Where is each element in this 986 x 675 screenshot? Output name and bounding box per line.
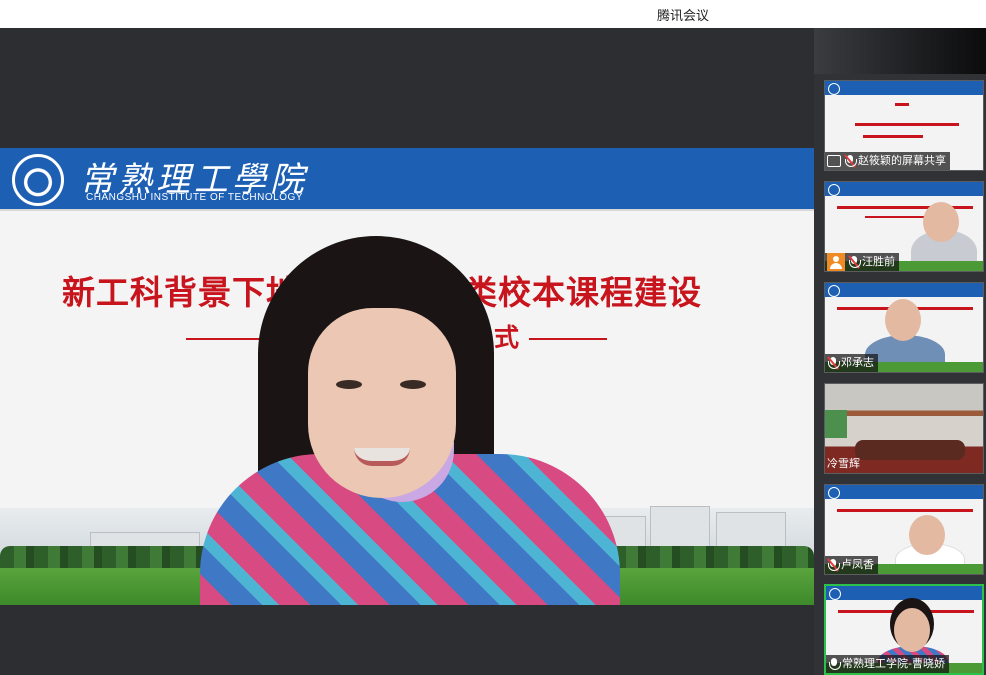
user-avatar-icon — [827, 253, 845, 271]
participant-tile-active-speaker[interactable]: 常熟理工学院-曹晓娇 — [824, 584, 984, 675]
screen-share-icon — [827, 155, 841, 167]
presenter-video — [200, 236, 620, 605]
participant-tile[interactable]: 汪胜前 — [824, 181, 984, 272]
participant-name: 常熟理工学院-曹晓娇 — [842, 657, 945, 670]
participant-name: 邓承志 — [841, 356, 874, 369]
presenter-eye — [336, 380, 362, 389]
thumb-slide-line — [837, 509, 973, 512]
thumb-slide-header — [825, 283, 983, 297]
app-title: 腾讯会议 — [656, 9, 709, 24]
school-name-en: CHANGSHU INSTITUTE OF TECHNOLOGY — [86, 192, 303, 203]
participant-name: 赵筱颖的屏幕共享 — [858, 154, 946, 167]
thumb-slide-header — [825, 81, 983, 95]
school-logo — [12, 154, 64, 206]
thumb-slide-header — [825, 485, 983, 499]
participant-name: 卢凤香 — [841, 558, 874, 571]
mic-muted-icon — [848, 255, 861, 269]
participant-name: 汪胜前 — [862, 255, 895, 268]
participant-tile[interactable]: 邓承志 — [824, 282, 984, 373]
slide-header: 常熟理工學院 CHANGSHU INSTITUTE OF TECHNOLOGY — [0, 148, 814, 211]
participant-tile[interactable]: 卢凤香 — [824, 484, 984, 575]
participant-namebar: 常熟理工学院-曹晓娇 — [826, 655, 949, 673]
participant-tile[interactable]: 冷雪辉 — [824, 383, 984, 474]
presenter-eye — [400, 380, 426, 389]
mic-icon — [828, 657, 841, 671]
shared-slide: 常熟理工學院 CHANGSHU INSTITUTE OF TECHNOLOGY … — [0, 148, 814, 605]
thumb-slide-header — [825, 182, 983, 196]
participant-sidebar[interactable]: 赵筱颖的屏幕共享 汪胜前 邓承志 冷雪辉 卢凤香 常熟理工学院-曹晓娇 — [814, 28, 986, 675]
mic-muted-icon — [827, 356, 840, 370]
mic-muted-icon — [827, 558, 840, 572]
window-titlebar: 腾讯会议 — [0, 0, 986, 28]
participant-namebar: 邓承志 — [825, 354, 878, 372]
main-video-area[interactable]: 常熟理工學院 CHANGSHU INSTITUTE OF TECHNOLOGY … — [0, 28, 814, 675]
thumb-slide-line — [895, 103, 909, 106]
thumb-slide-line — [855, 123, 959, 126]
participant-namebar: 卢凤香 — [825, 556, 878, 574]
presenter-face — [308, 308, 456, 498]
room-screen — [825, 410, 847, 438]
participant-face — [894, 608, 930, 652]
conference-table — [855, 440, 965, 460]
participant-face — [923, 202, 959, 242]
participant-tile-screen-share[interactable]: 赵筱颖的屏幕共享 — [824, 80, 984, 171]
participant-namebar: 冷雪辉 — [825, 455, 864, 473]
participant-namebar: 汪胜前 — [825, 253, 899, 271]
thumb-slide-header — [826, 586, 982, 600]
participant-namebar: 赵筱颖的屏幕共享 — [825, 152, 950, 170]
presenter-mouth — [354, 448, 410, 466]
sidebar-header — [814, 28, 986, 74]
thumb-slide-line — [863, 135, 923, 138]
mic-muted-icon — [844, 154, 857, 168]
participant-name: 冷雪辉 — [827, 457, 860, 470]
participant-face — [885, 299, 921, 341]
participant-face — [909, 515, 945, 555]
